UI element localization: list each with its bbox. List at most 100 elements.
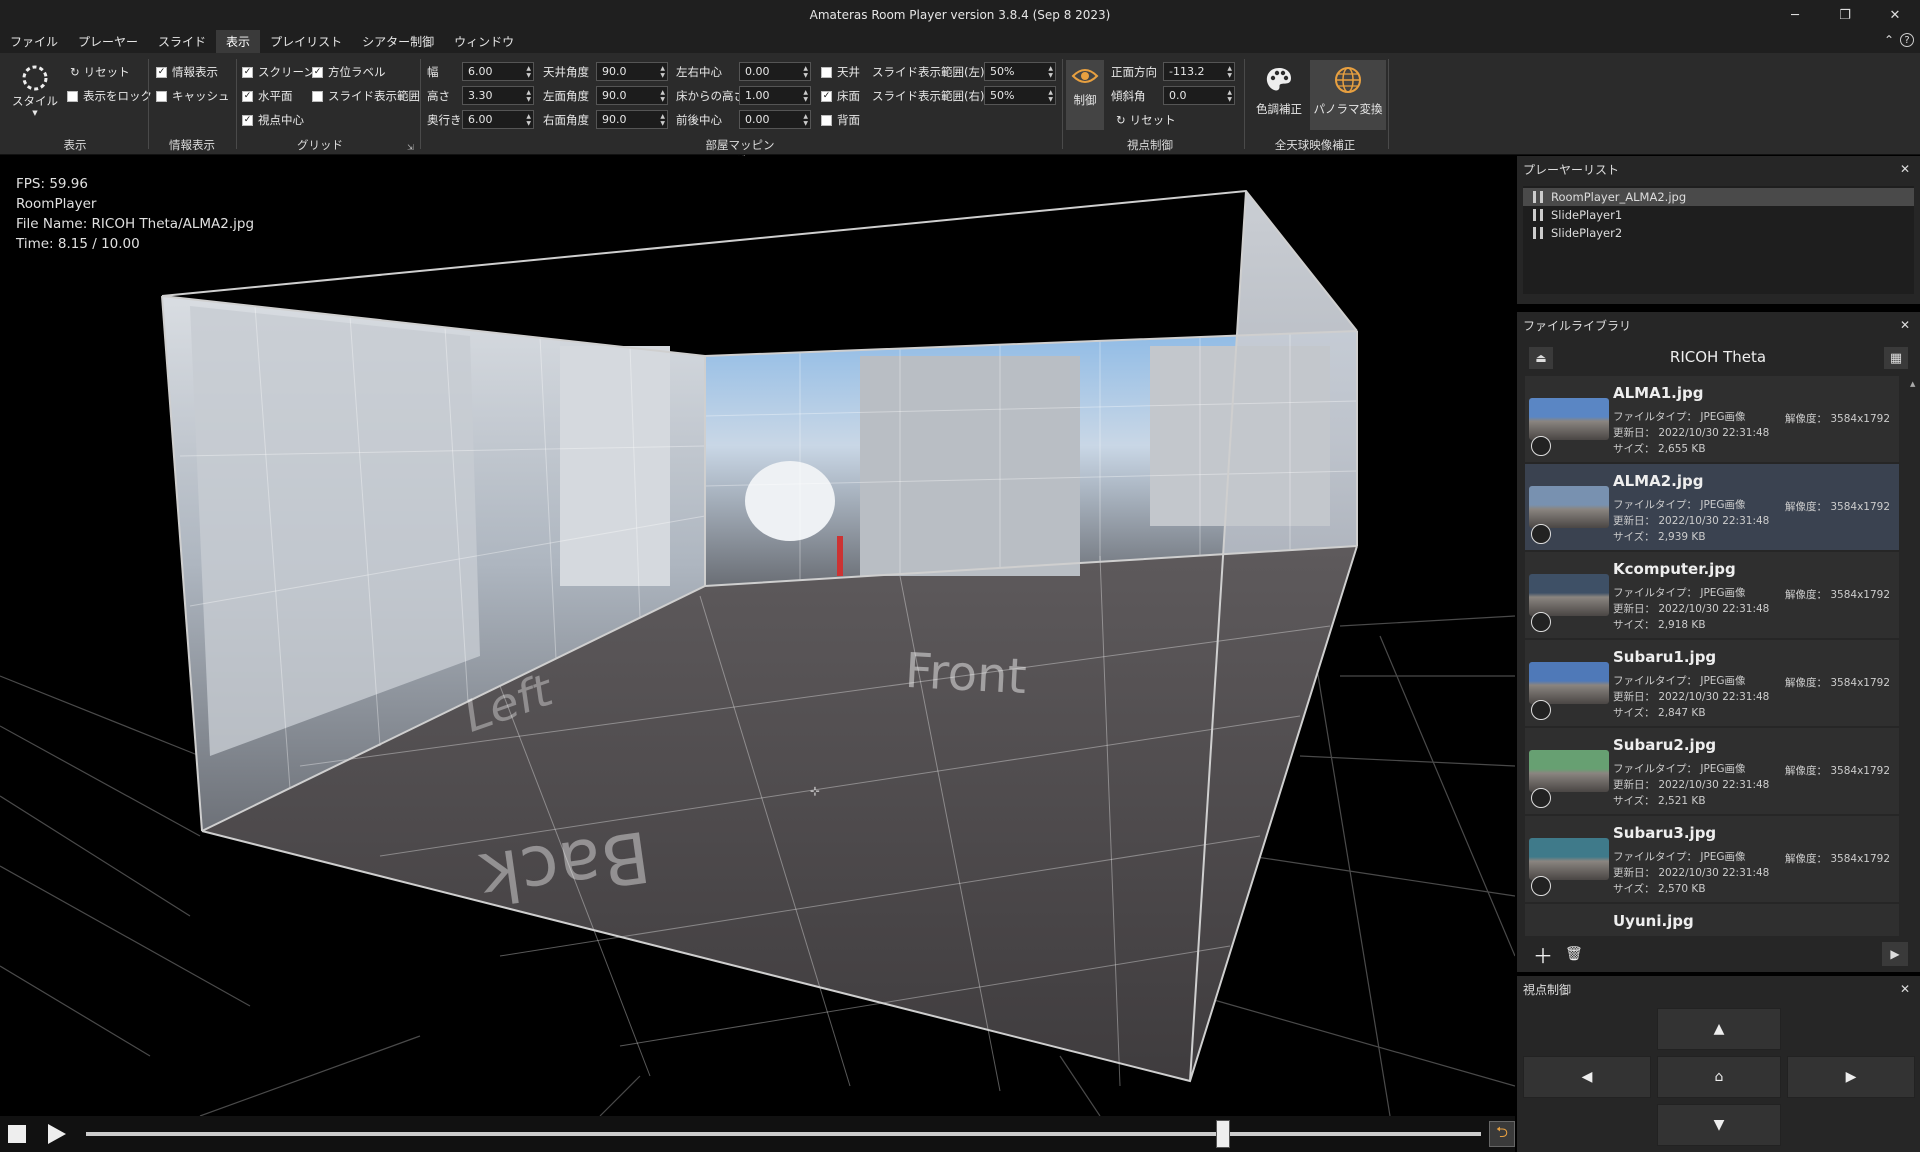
antenna-right [860,356,1080,576]
group-display: 表示 [63,138,87,152]
player-list-item[interactable]: RoomPlayer_ALMA2.jpg [1523,188,1914,206]
show-info-checkbox[interactable]: 情報表示 [156,64,218,80]
close-view-control-icon[interactable]: ✕ [1900,982,1910,996]
library-list[interactable]: ALMA1.jpg ファイルタイプ： JPEG画像 更新日： 2022/10/30 … [1517,376,1920,936]
close-library-icon[interactable]: ✕ [1900,318,1910,332]
display-reset-button[interactable]: ↻ リセット [70,64,130,80]
player-name: SlidePlayer2 [1551,226,1623,240]
library-item[interactable]: ALMA2.jpg ファイルタイプ： JPEG画像 更新日： 2022/10/30 … [1525,464,1899,550]
slide-right-spinner[interactable]: 50% ▲ ▼ [984,86,1056,105]
minimize-button[interactable]: ─ [1770,0,1820,30]
seek-thumb[interactable] [1215,1120,1230,1148]
floor-height-spinner[interactable]: 1.00 ▲ ▼ [739,86,811,105]
cache-checkbox[interactable]: キャッシュ [156,88,230,104]
ceiling-angle-spinner[interactable]: 90.0 ▲ ▼ [596,62,668,81]
screen-box[interactable] [242,66,253,78]
slide-range-label: スライド表示範囲 [328,89,420,103]
menu-file[interactable]: ファイル [0,30,68,53]
menu-slide[interactable]: スライド [148,30,216,53]
maximize-button[interactable]: ❐ [1820,0,1870,30]
file-updated: 更新日： 2022/10/30 22:31:48 [1613,867,1770,879]
file-type: ファイルタイプ： JPEG画像 [1613,587,1746,599]
library-item[interactable]: Uyuni.jpg [1525,904,1899,936]
view-home-button[interactable]: ⌂ [1657,1056,1781,1098]
menu-view[interactable]: 表示 [216,30,261,53]
lock-display-checkbox[interactable]: 表示をロック [67,88,152,104]
menu-player[interactable]: プレーヤー [68,30,148,53]
slide-range-checkbox[interactable]: スライド表示範囲 [312,88,420,104]
add-icon[interactable]: ＋ [1533,940,1553,969]
tilt-spinner[interactable]: 0.0 ▲ ▼ [1163,86,1235,105]
view-center-box[interactable] [242,114,253,126]
file-type: ファイルタイプ： JPEG画像 [1613,675,1746,687]
collapse-ribbon-icon[interactable]: ⌃ [1884,33,1894,47]
view-right-button[interactable]: ▶ [1787,1056,1915,1098]
back-box[interactable] [821,114,832,126]
control-toggle-button[interactable]: 制御 [1066,60,1104,130]
floor-checkbox[interactable]: 床面 [821,88,860,104]
height-spinner[interactable]: 3.30 ▲ ▼ [462,86,534,105]
play-button[interactable] [44,1122,68,1146]
library-item[interactable]: Subaru2.jpg ファイルタイプ： JPEG画像 更新日： 2022/10/3… [1525,728,1899,814]
file-library-title: ファイルライブラリ [1523,318,1632,333]
player-list-item[interactable]: SlidePlayer1 [1523,206,1914,224]
menu-playlist[interactable]: プレイリスト [260,30,352,53]
horizon-box[interactable] [242,90,253,102]
direction-spinner[interactable]: -113.2 ▲ ▼ [1163,62,1235,81]
panorama-convert-button[interactable]: パノラマ変換 [1310,60,1386,130]
lock-display-box[interactable] [67,90,78,102]
menu-window[interactable]: ウィンドウ [444,30,524,53]
view-reset-button[interactable]: ↻ リセット [1116,112,1176,128]
back-checkbox[interactable]: 背面 [821,112,860,128]
color-correction-button[interactable]: 色調補正 [1252,65,1306,117]
play-selected-icon[interactable]: ▶ [1882,942,1908,966]
style-button[interactable]: スタイル ▼ [12,63,58,117]
seek-bar[interactable] [85,1120,1482,1148]
library-item[interactable]: ALMA1.jpg ファイルタイプ： JPEG画像 更新日： 2022/10/30 … [1525,376,1899,462]
left-angle-spinner[interactable]: 90.0 ▲ ▼ [596,86,668,105]
right-angle-spinner[interactable]: 90.0 ▲ ▼ [596,110,668,129]
grid-view-icon[interactable]: ▦ [1884,347,1908,369]
width-spinner[interactable]: 6.00 ▲ ▼ [462,62,534,81]
orientation-box[interactable] [312,66,323,78]
style-icon [22,65,48,91]
library-scrollbar[interactable]: ▲ [1910,380,1916,922]
ceiling-box[interactable] [821,66,832,78]
slide-left-spinner[interactable]: 50% ▲ ▼ [984,62,1056,81]
library-item[interactable]: Kcomputer.jpg ファイルタイプ： JPEG画像 更新日： 2022/10… [1525,552,1899,638]
stop-button[interactable] [8,1125,26,1143]
loop-button[interactable]: ⮌ [1489,1121,1515,1147]
room-viewport[interactable]: ⊹ FPS: 59.96 RoomPlayer File Name: RICOH… [0,156,1515,1116]
loop-icon: ⮌ [1496,1122,1509,1141]
ribbon: スタイル ▼ ↻リセット 表示をロック 表示 情報表示 キャッシュ 情報表示 ス… [0,53,1920,168]
view-left-button[interactable]: ◀ [1523,1056,1651,1098]
player-list-item[interactable]: SlidePlayer2 [1523,224,1914,242]
horizon-checkbox[interactable]: 水平面 [242,88,293,104]
fb-center-spinner[interactable]: 0.00 ▲ ▼ [739,110,811,129]
depth-spinner[interactable]: 6.00 ▲ ▼ [462,110,534,129]
lr-center-spinner[interactable]: 0.00 ▲ ▼ [739,62,811,81]
cache-box[interactable] [156,90,167,102]
show-info-box[interactable] [156,66,167,78]
lock-display-label: 表示をロック [83,89,152,103]
library-item[interactable]: Subaru3.jpg ファイルタイプ： JPEG画像 更新日： 2022/10/3… [1525,816,1899,902]
view-up-button[interactable]: ▲ [1657,1008,1781,1050]
globe-icon [1335,67,1361,93]
floor-box[interactable] [821,90,832,102]
ceiling-checkbox[interactable]: 天井 [821,64,860,80]
folder-name: RICOH Theta [1669,348,1767,366]
menu-theater[interactable]: シアター制御 [352,30,444,53]
player-name: RoomPlayer_ALMA2.jpg [1551,190,1687,204]
delete-icon[interactable]: 🗑 [1565,946,1583,962]
close-player-list-icon[interactable]: ✕ [1900,162,1910,176]
dialog-launcher-icon[interactable]: ⇲ [407,143,414,152]
close-button[interactable]: ✕ [1870,0,1920,30]
view-down-button[interactable]: ▼ [1657,1104,1781,1146]
lr-center-label: 左右中心 [676,65,722,79]
help-icon[interactable]: ? [1900,33,1914,47]
orientation-label-checkbox[interactable]: 方位ラベル [312,64,386,80]
view-center-checkbox[interactable]: 視点中心 [242,112,304,128]
screen-checkbox[interactable]: スクリーン [242,64,315,80]
slide-range-box[interactable] [312,90,323,102]
library-item[interactable]: Subaru1.jpg ファイルタイプ： JPEG画像 更新日： 2022/10/3… [1525,640,1899,726]
